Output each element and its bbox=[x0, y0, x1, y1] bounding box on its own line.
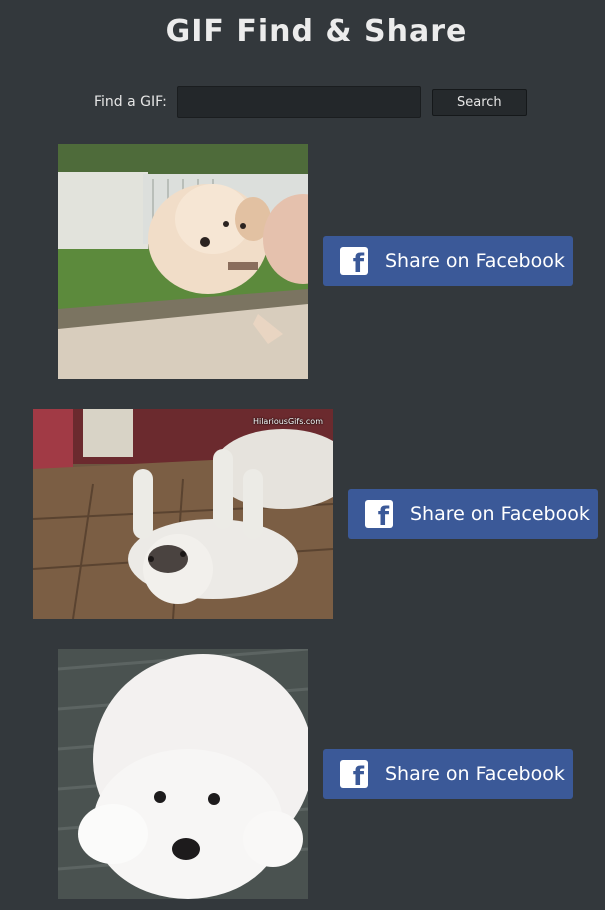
share-facebook-label: Share on Facebook bbox=[410, 503, 590, 525]
share-facebook-button-1[interactable]: f Share on Facebook bbox=[323, 236, 573, 286]
search-bar: Find a GIF: Search bbox=[94, 85, 527, 119]
watermark-text: HilariousGifs.com bbox=[252, 417, 323, 426]
page-title: GIF Find & Share bbox=[165, 14, 468, 49]
search-input[interactable] bbox=[176, 86, 421, 118]
gif-image-2[interactable]: HilariousGifs.com bbox=[33, 409, 333, 619]
gif-image-3[interactable] bbox=[58, 649, 308, 899]
search-button[interactable]: Search bbox=[431, 88, 527, 116]
facebook-icon: f bbox=[340, 760, 368, 788]
search-label: Find a GIF: bbox=[94, 94, 167, 110]
facebook-icon: f bbox=[365, 500, 393, 528]
share-facebook-label: Share on Facebook bbox=[385, 250, 565, 272]
share-facebook-button-3[interactable]: f Share on Facebook bbox=[323, 749, 573, 799]
gif-image-1[interactable] bbox=[58, 144, 308, 379]
facebook-icon: f bbox=[340, 247, 368, 275]
share-facebook-button-2[interactable]: f Share on Facebook bbox=[348, 489, 598, 539]
share-facebook-label: Share on Facebook bbox=[385, 763, 565, 785]
